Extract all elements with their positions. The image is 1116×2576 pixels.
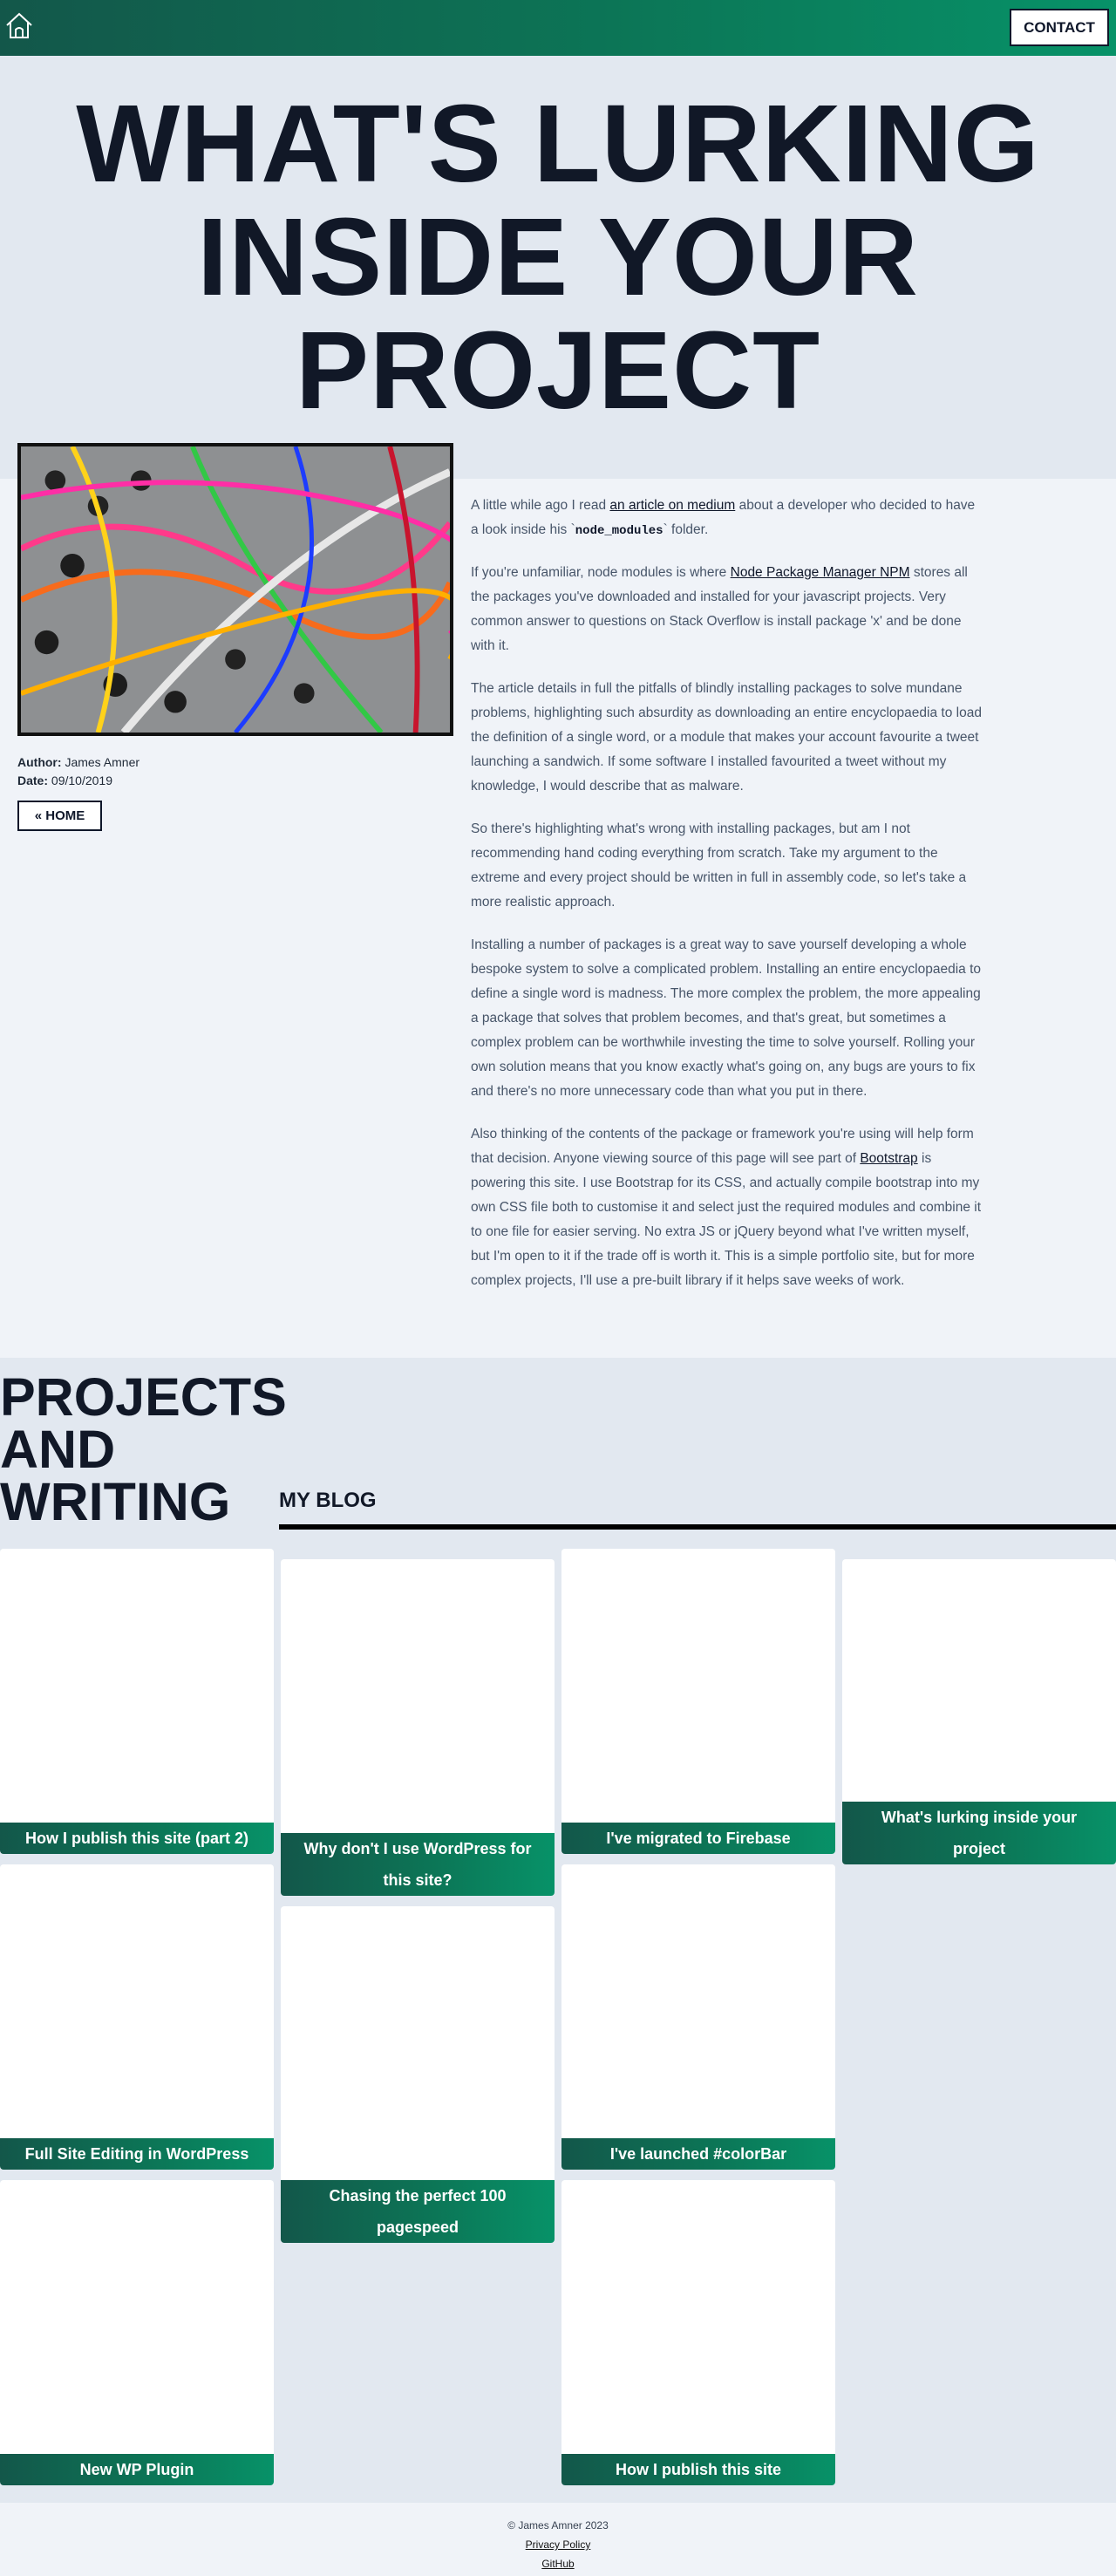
blog-card[interactable]: How I publish this site [561,2180,835,2485]
github-link[interactable]: GitHub [541,2558,574,2570]
blog-card[interactable]: Why don't I use WordPress for this site? [281,1559,555,1896]
copyright: © James Amner 2023 [507,2519,609,2532]
text: ` folder. [663,522,709,537]
blog-card-title[interactable]: Full Site Editing in WordPress [0,2138,274,2170]
blog-card-title[interactable]: Chasing the perfect 100 pagespeed [281,2180,555,2243]
npm-link[interactable]: Node Package Manager NPM [731,565,910,580]
privacy-policy-link[interactable]: Privacy Policy [526,2539,591,2551]
projects-heading-line-3: WRITING [0,1472,231,1531]
blog-divider [279,1524,1116,1530]
paragraph-1: A little while ago I read an article on … [471,494,983,542]
paragraph-4: So there's highlighting what's wrong wit… [471,821,967,910]
paragraph-2: If you're unfamiliar, node modules is wh… [471,561,983,658]
bootstrap-link[interactable]: Bootstrap [860,1151,917,1166]
blog-card[interactable]: Chasing the perfect 100 pagespeed [281,1906,555,2243]
blog-card-title[interactable]: What's lurking inside your project [842,1802,1116,1864]
post-featured-image [17,443,453,736]
text: If you're unfamiliar, node modules is wh… [471,565,731,580]
page-title-line-3: PROJECT [295,309,821,432]
page-title: WHAT'S LURKING INSIDE YOUR PROJECT [35,87,1081,427]
hero: WHAT'S LURKING INSIDE YOUR PROJECT [0,56,1116,479]
projects-heading: PROJECTS AND WRITING [0,1371,287,1531]
projects-heading-line-1: PROJECTS [0,1367,287,1427]
text: A little while ago I read [471,498,610,513]
blog-card[interactable]: I've migrated to Firebase [561,1549,835,1854]
blog-card[interactable]: I've launched #colorBar [561,1864,835,2170]
top-navbar: CONTACT [0,0,1116,56]
page-title-line-1: WHAT'S LURKING [76,82,1040,205]
blog-card-title[interactable]: How I publish this site (part 2) [0,1823,274,1854]
post-meta: Author: James Amner Date: 09/10/2019 [17,753,140,790]
contact-button[interactable]: CONTACT [1010,9,1109,46]
article-body: A little while ago I read an article on … [471,494,983,1312]
paragraph-6: Also thinking of the contents of the pac… [471,1122,983,1293]
post-date: 09/10/2019 [51,773,112,787]
blog-card-title[interactable]: I've migrated to Firebase [561,1823,835,1854]
blog-card[interactable]: How I publish this site (part 2) [0,1549,274,1854]
author-label: Author: [17,755,62,769]
blog-card-title[interactable]: I've launched #colorBar [561,2138,835,2170]
blog-card[interactable]: What's lurking inside your project [842,1559,1116,1864]
back-home-button[interactable]: « HOME [17,801,102,831]
blog-card[interactable]: New WP Plugin [0,2180,274,2485]
blog-card-title[interactable]: New WP Plugin [0,2454,274,2485]
my-blog-heading: MY BLOG [279,1489,377,1512]
blog-card[interactable]: Full Site Editing in WordPress [0,1864,274,2170]
projects-heading-line-2: AND [0,1420,116,1479]
paragraph-5: Installing a number of packages is a gre… [471,937,982,1099]
page-title-line-2: INSIDE YOUR [197,195,919,318]
inline-code: node_modules [575,524,663,538]
home-icon[interactable] [3,10,35,42]
blog-card-title[interactable]: Why don't I use WordPress for this site? [281,1833,555,1896]
author-name: James Amner [65,755,140,769]
medium-article-link[interactable]: an article on medium [609,498,735,513]
paragraph-3: The article details in full the pitfalls… [471,681,982,794]
blog-card-title[interactable]: How I publish this site [561,2454,835,2485]
footer: © James Amner 2023 Privacy Policy GitHub [0,2503,1116,2576]
date-label: Date: [17,773,49,787]
text: is powering this site. I use Bootstrap f… [471,1151,982,1288]
